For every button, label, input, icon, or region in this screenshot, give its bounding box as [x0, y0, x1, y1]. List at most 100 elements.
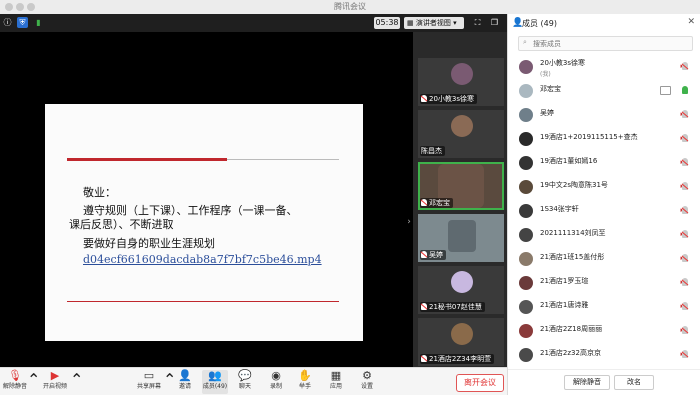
unmute-button[interactable]: 🎙 解除静音	[0, 370, 30, 394]
members-button[interactable]: 👥 成员(49)	[202, 370, 228, 394]
member-row[interactable]: 21酒店2z32高京京 ▸	[508, 344, 700, 366]
thumbnail-name-tag: 21酒店2Z34李明萱	[420, 354, 495, 364]
member-name: 1S34张宇轩	[540, 205, 579, 213]
toolbar-label: 举手	[298, 383, 311, 390]
member-row[interactable]: 21酒店1唐诗雅 ▸	[508, 296, 700, 318]
unmute-all-button[interactable]: 解除静音	[564, 375, 610, 390]
participant-thumbnail[interactable]: 21酒店2Z34李明萱	[418, 318, 504, 366]
member-name: 19中文2s陶意陈31号	[540, 181, 608, 189]
mic-muted-icon[interactable]	[682, 62, 688, 70]
member-row[interactable]: 19中文2s陶意陈31号 ▸	[508, 176, 700, 198]
shared-screen-view: 敬业： 遵守规则（上下课）、工作程序（一课一备、 课后反思）、不断进取 要做好自…	[0, 32, 413, 367]
members-panel-footer: 解除静音 改名	[508, 369, 700, 395]
fullscreen-icon[interactable]: ⛶	[472, 17, 483, 28]
mic-on-icon[interactable]	[682, 86, 688, 94]
avatar	[451, 115, 473, 137]
member-search-input[interactable]	[533, 37, 683, 50]
member-row[interactable]: 19酒店1董如嫣16 ▸	[508, 152, 700, 174]
member-name: 2021111314刘凤至	[540, 229, 606, 237]
avatar	[519, 204, 533, 218]
member-row[interactable]: 21酒店1班15盖付彤 ▸	[508, 248, 700, 270]
shield-icon[interactable]: ⛨	[17, 17, 28, 28]
thumbnail-name: 陈昌杰	[421, 147, 442, 155]
title-bar: 腾讯会议	[0, 0, 700, 15]
toolbar-label: 共享屏幕	[136, 383, 161, 390]
mic-muted-icon[interactable]	[682, 110, 688, 118]
member-row[interactable]: 19酒店1+2019115115+查杰 ▸	[508, 128, 700, 150]
mic-muted-icon[interactable]	[682, 350, 688, 358]
avatar	[451, 271, 473, 293]
invite-button[interactable]: 👤 邀请	[173, 370, 197, 394]
member-list: 20小教3s徐寒 (我) ▸ 邓宏宝 吴婷 ▸ 19酒店1+2019115115…	[508, 54, 700, 368]
mic-muted-icon[interactable]	[682, 134, 688, 142]
member-row[interactable]: 1S34张宇轩 ▸	[508, 200, 700, 222]
mic-muted-icon[interactable]	[682, 230, 688, 238]
participant-thumbnail-speaking[interactable]: 邓宏宝	[418, 162, 504, 210]
mic-muted-icon[interactable]	[682, 278, 688, 286]
toolbar-label: 开启视频	[42, 383, 67, 390]
float-window-icon[interactable]: ❐	[489, 17, 500, 28]
collapse-thumbnails-chevron-icon[interactable]: ›	[405, 214, 413, 230]
video-options-chevron-icon[interactable]: ⌃	[70, 370, 83, 394]
member-row[interactable]: 21酒店1罗玉瑄 ▸	[508, 272, 700, 294]
mic-muted-icon[interactable]	[682, 326, 688, 334]
members-icon: 👥	[208, 369, 222, 382]
chat-button[interactable]: 💬 聊天	[233, 370, 257, 394]
signal-icon[interactable]: ▮	[33, 17, 44, 28]
member-row[interactable]: 吴婷 ▸	[508, 104, 700, 126]
mic-muted-icon[interactable]	[682, 158, 688, 166]
mic-muted-icon[interactable]	[682, 182, 688, 190]
avatar	[519, 60, 533, 74]
leave-meeting-button[interactable]: 离开会议	[456, 374, 504, 392]
member-row[interactable]: 21酒店2Z18周丽丽 ▸	[508, 320, 700, 342]
view-mode-button[interactable]: ▦ 演讲者视图 ▾	[404, 17, 464, 29]
mic-muted-icon[interactable]	[682, 302, 688, 310]
participant-thumbnail[interactable]: 陈昌杰	[418, 110, 504, 158]
chevron-down-icon: ▾	[450, 19, 457, 27]
slide-video-link[interactable]: d04ecf661609dacdab8a7f7bf7c5be46.mp4	[83, 253, 322, 266]
settings-icon: ⚙	[362, 369, 372, 382]
thumbnail-name: 21酒店2Z34李明萱	[429, 355, 492, 363]
info-icon[interactable]: ⓘ	[2, 17, 13, 28]
member-name: 邓宏宝	[540, 85, 561, 93]
member-name: 吴婷	[540, 109, 554, 117]
member-row[interactable]: 20小教3s徐寒 (我) ▸	[508, 56, 700, 78]
toolbar-label: 设置	[360, 383, 373, 390]
view-mode-label: 演讲者视图	[415, 19, 451, 27]
member-self-tag: (我)	[540, 71, 551, 78]
mic-muted-icon[interactable]	[682, 254, 688, 262]
invite-icon: 👤	[178, 369, 192, 382]
member-row[interactable]: 邓宏宝	[508, 80, 700, 102]
close-icon[interactable]: ✕	[687, 17, 695, 27]
participant-thumbnail[interactable]: 21秘书07赵佳慧	[418, 266, 504, 314]
slide-line: 要做好自身的职业生涯规划	[83, 237, 215, 250]
apps-button[interactable]: ▦ 应用	[324, 370, 348, 394]
mic-muted-icon: 🎙	[8, 369, 22, 382]
toolbar-label: 录制	[269, 383, 282, 390]
record-button[interactable]: ◉ 录制	[264, 370, 288, 394]
settings-button[interactable]: ⚙ 设置	[355, 370, 379, 394]
apps-icon: ▦	[330, 369, 342, 382]
member-row[interactable]: 2021111314刘凤至 ▸	[508, 224, 700, 246]
avatar	[519, 180, 533, 194]
raise-hand-button[interactable]: ✋ 举手	[293, 370, 317, 394]
thumbnail-name-tag: 21秘书07赵佳慧	[420, 302, 485, 312]
slide-top-accent	[67, 158, 227, 161]
member-name: 21酒店1唐诗雅	[540, 301, 589, 309]
slide-bottom-rule	[67, 301, 339, 302]
slide-heading: 敬业：	[83, 186, 116, 199]
participant-thumbnail[interactable]: 20小教3s徐寒	[418, 58, 504, 106]
mic-muted-icon[interactable]	[682, 206, 688, 214]
start-video-button[interactable]: ▶ 开启视频	[38, 370, 72, 394]
member-search-box[interactable]: ⌕	[518, 36, 693, 51]
participant-thumbnail[interactable]: 吴婷	[418, 214, 504, 262]
member-name: 20小教3s徐寒	[540, 59, 586, 67]
avatar	[519, 156, 533, 170]
toolbar-label: 应用	[329, 383, 342, 390]
members-panel-title: 成员 (49)	[522, 19, 557, 28]
avatar	[519, 108, 533, 122]
mic-muted-icon	[421, 355, 427, 362]
toolbar-label: 解除静音	[2, 383, 27, 390]
rename-button[interactable]: 改名	[614, 375, 654, 390]
share-screen-button[interactable]: ▭ 共享屏幕	[134, 370, 164, 394]
